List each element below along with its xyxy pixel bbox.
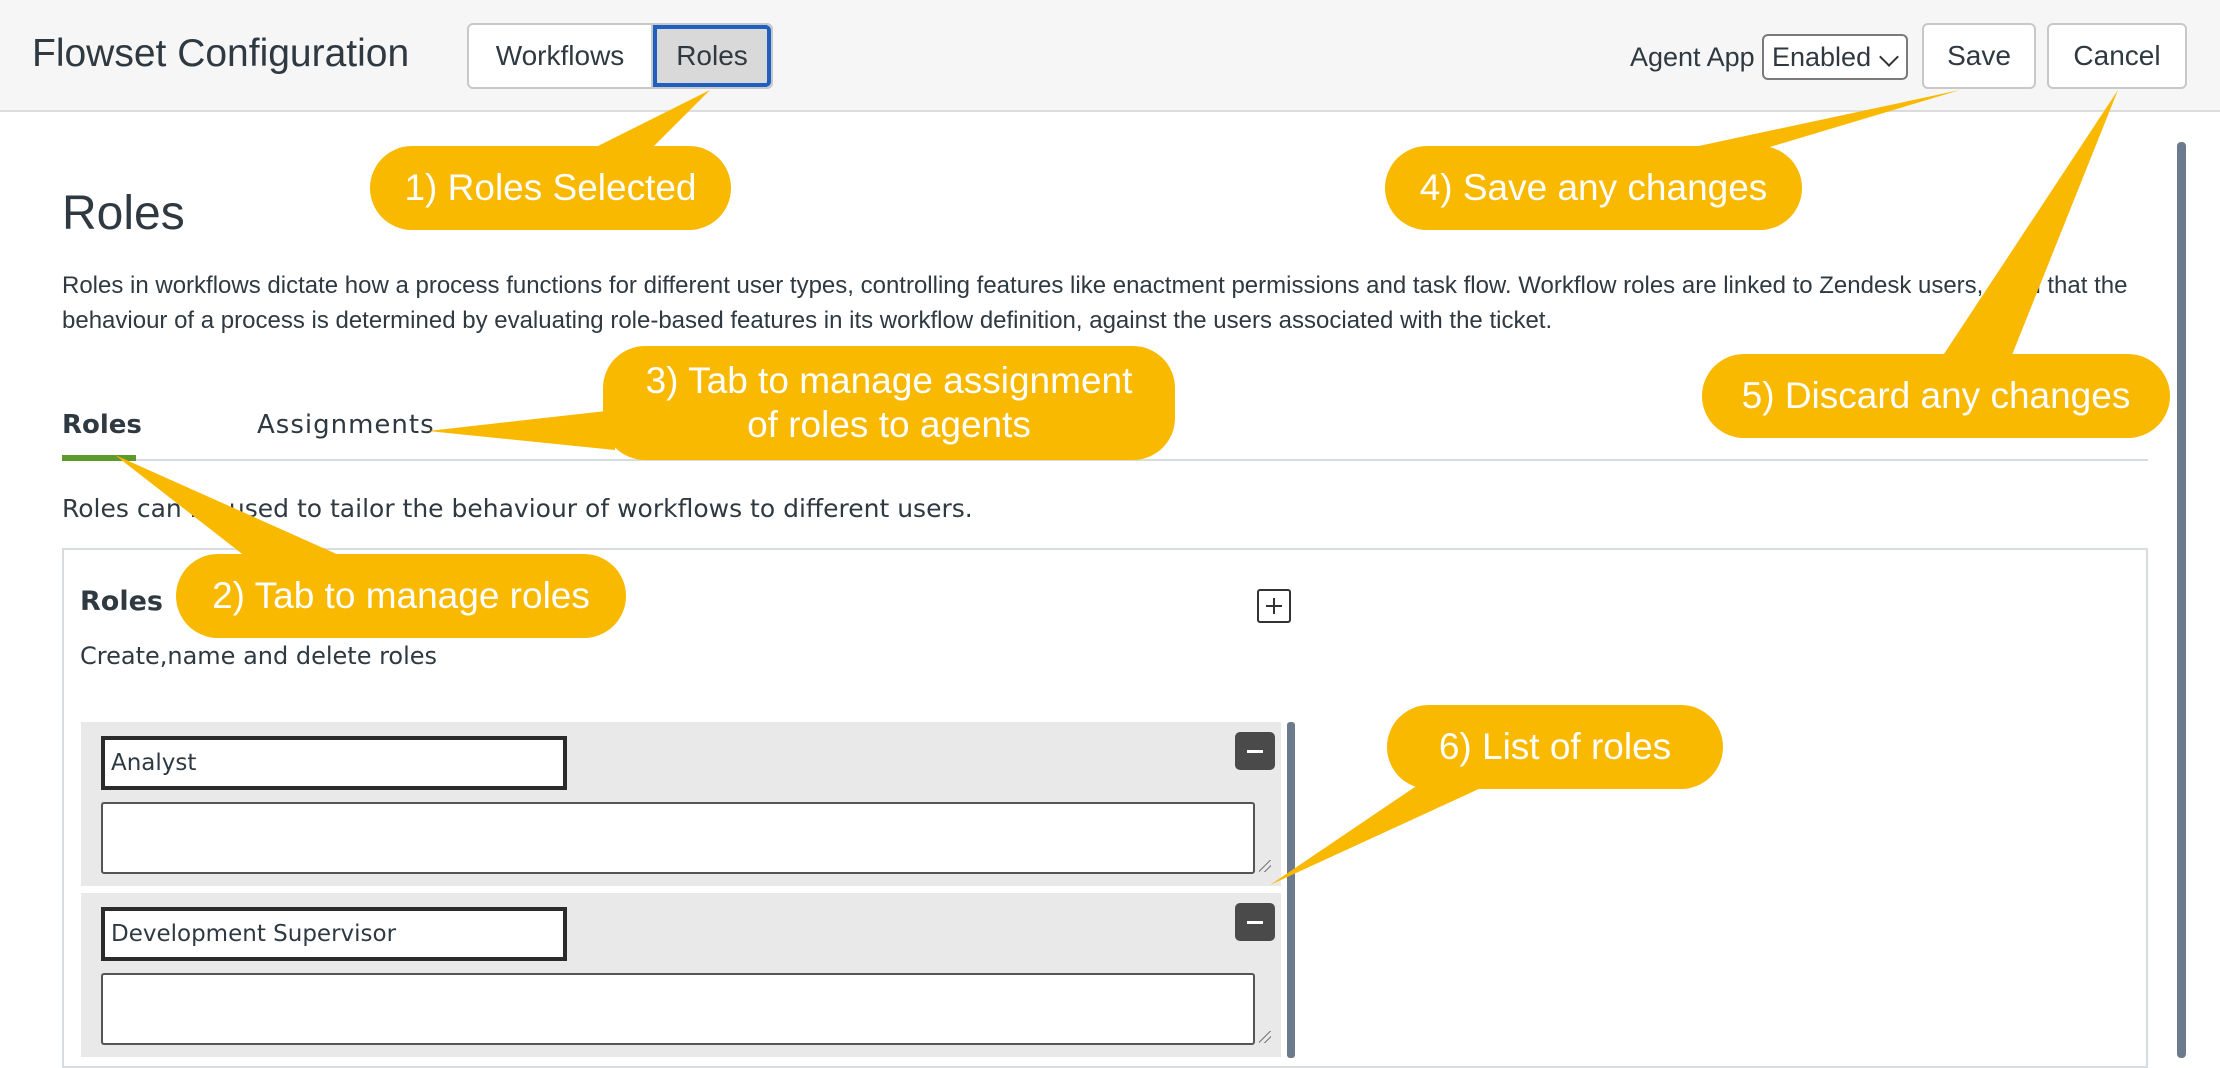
callout-pointer-1 — [590, 90, 710, 150]
callout-pointer-5 — [1940, 90, 2118, 360]
callout-pointer-2 — [115, 455, 350, 560]
callout-pointers — [115, 90, 2118, 885]
callout-manage-roles-tab: 2) Tab to manage roles — [176, 554, 626, 638]
callout-pointer-4 — [1680, 90, 1960, 150]
callout-role-list: 6) List of roles — [1387, 705, 1723, 789]
callout-roles-selected: 1) Roles Selected — [370, 146, 731, 230]
callout-save: 4) Save any changes — [1385, 146, 1802, 230]
callout-pointer-3 — [428, 410, 615, 450]
callout-assignments-tab: 3) Tab to manage assignment of roles to … — [603, 346, 1175, 460]
callout-cancel: 5) Discard any changes — [1702, 354, 2170, 438]
